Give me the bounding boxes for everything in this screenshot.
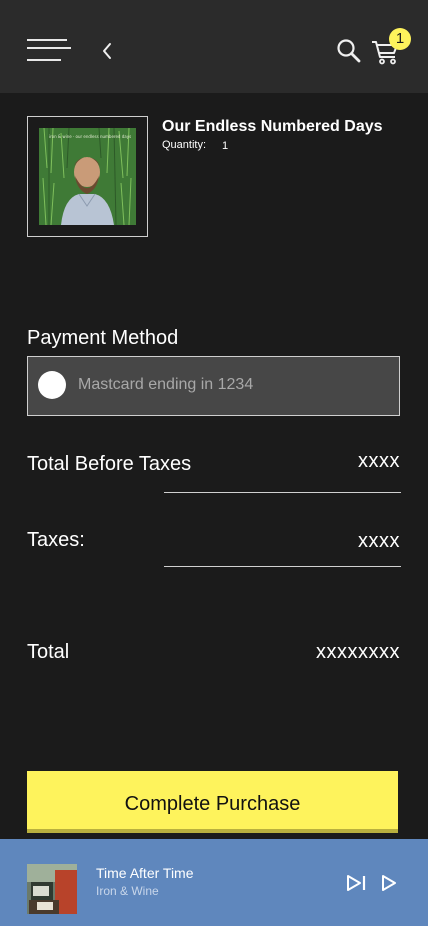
product-title: Our Endless Numbered Days: [162, 118, 383, 135]
payment-method-selector[interactable]: Mastcard ending in 1234: [27, 356, 400, 416]
payment-method-text: Mastcard ending in 1234: [78, 376, 254, 393]
skip-next-icon[interactable]: [346, 875, 368, 891]
payment-radio-button[interactable]: [38, 371, 66, 399]
cart-count-badge: 1: [389, 28, 411, 50]
taxes-label: Taxes:: [27, 529, 85, 551]
total-label: Total: [27, 641, 70, 663]
total-before-taxes-divider: [164, 492, 401, 493]
complete-purchase-button[interactable]: Complete Purchase: [27, 771, 398, 833]
track-title: Time After Time: [96, 865, 194, 881]
quantity-label: Quantity:: [162, 139, 207, 151]
taxes-divider: [164, 566, 401, 567]
payment-method-label: Payment Method: [27, 327, 179, 349]
svg-text:iron & wine · our endless numb: iron & wine · our endless numbered days: [49, 134, 131, 139]
hamburger-menu-icon[interactable]: [27, 39, 71, 63]
track-artist: Iron & Wine: [96, 884, 159, 898]
now-playing-bar[interactable]: Time After Time Iron & Wine: [0, 839, 428, 926]
album-cover-image: iron & wine · our endless numbered days: [39, 128, 136, 225]
total-value: xxxxxxxx: [316, 641, 400, 663]
total-before-taxes-value: xxxx: [358, 450, 400, 472]
chevron-left-icon[interactable]: [98, 40, 116, 62]
track-cover-image: [27, 864, 77, 914]
album-cover-frame: iron & wine · our endless numbered days: [27, 116, 148, 237]
checkout-page: 1 iron & wine · our endless numbered day…: [0, 0, 428, 926]
quantity-value: 1: [222, 140, 229, 152]
play-icon[interactable]: [380, 875, 398, 891]
app-header: 1: [0, 0, 428, 93]
taxes-value: xxxx: [358, 530, 400, 552]
search-icon[interactable]: [336, 38, 362, 64]
total-before-taxes-label: Total Before Taxes: [27, 453, 192, 475]
